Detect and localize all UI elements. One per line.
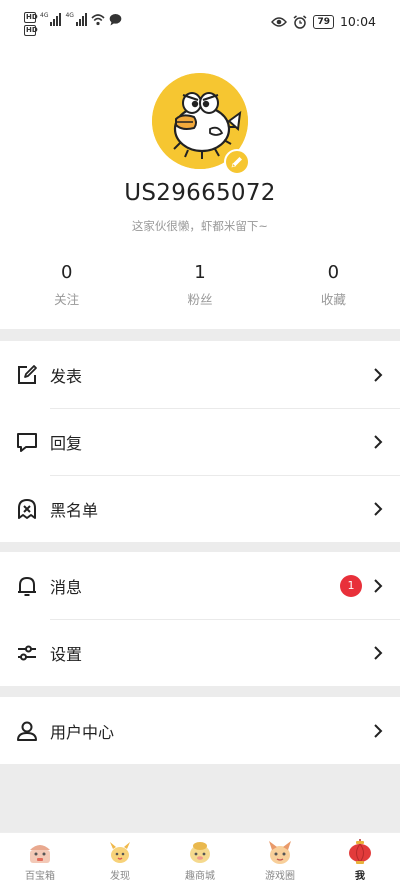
treasure-box-icon (30, 845, 50, 863)
stat-value: 0 (60, 262, 73, 283)
wifi-icon (91, 14, 105, 26)
menu-label: 消息 (50, 577, 83, 597)
chevron-right-icon (374, 578, 383, 593)
chevron-right-icon (374, 367, 383, 382)
chevron-right-icon (374, 645, 383, 660)
eye-icon (271, 16, 288, 27)
edit-avatar-button[interactable] (224, 149, 250, 175)
tab-label: 游戏圈 (265, 871, 295, 882)
menu-item-user-center[interactable]: 用户中心 (0, 697, 400, 764)
chevron-right-icon (374, 723, 383, 738)
menu-group-account: 用户中心 (0, 697, 400, 764)
status-right: 79 10:04 (271, 14, 376, 29)
status-left: HD HD 4G 4G (24, 12, 122, 36)
tab-label: 我 (355, 871, 365, 882)
profile-header: US29665072 这家伙很懒，虾都米留下~ 0 关注 1 粉丝 0 收藏 (0, 48, 400, 329)
user-icon (16, 720, 38, 742)
avatar-container[interactable] (152, 73, 250, 175)
network-type: 4G (40, 12, 49, 19)
clock: 10:04 (339, 14, 376, 29)
network-type: 4G (65, 12, 74, 19)
battery-indicator: 79 (313, 14, 334, 29)
profile-page: HD HD 4G 4G 79 10:04 US29665072 这家伙很懒，虾都… (0, 0, 400, 884)
stat-label: 关注 (54, 292, 80, 307)
stat-value: 1 (194, 262, 206, 283)
tab-label: 趣商城 (185, 871, 215, 882)
pencil-icon (231, 157, 242, 168)
edit-icon (16, 364, 38, 386)
tab-shop[interactable]: 趣商城 (160, 833, 240, 884)
comment-icon (16, 431, 38, 453)
hd-indicators: HD HD (24, 12, 38, 36)
bell-icon (16, 575, 38, 597)
menu-label: 用户中心 (50, 722, 115, 742)
signal-icon: 4G (65, 12, 87, 26)
menu-label: 黑名单 (50, 500, 99, 520)
settings-sliders-icon (16, 642, 38, 664)
chevron-right-icon (374, 434, 383, 449)
user-bio: 这家伙很懒，虾都米留下~ (131, 219, 269, 233)
menu-item-settings[interactable]: 设置 (0, 619, 400, 686)
menu-item-blacklist[interactable]: 黑名单 (0, 475, 400, 542)
unread-badge: 1 (340, 574, 362, 597)
discover-icon (110, 842, 130, 863)
hd-icon: HD (24, 25, 38, 36)
chat-bubble-icon (109, 14, 122, 26)
shop-icon (190, 842, 210, 863)
stat-followers[interactable]: 1 粉丝 (133, 261, 266, 308)
tab-me[interactable]: 我 (320, 833, 400, 884)
tab-discover[interactable]: 发现 (80, 833, 160, 884)
tab-game-circle[interactable]: 游戏圈 (240, 833, 320, 884)
menu-item-post[interactable]: 发表 (0, 341, 400, 408)
chevron-right-icon (374, 501, 383, 516)
signal-icon: 4G (40, 12, 62, 26)
profile-stats: 0 关注 1 粉丝 0 收藏 (0, 261, 400, 308)
tab-treasure-box[interactable]: 百宝箱 (0, 833, 80, 884)
stat-following[interactable]: 0 关注 (0, 261, 133, 308)
menu-item-reply[interactable]: 回复 (0, 408, 400, 475)
blacklist-icon (16, 498, 38, 520)
me-lantern-icon (349, 839, 371, 864)
tab-label: 发现 (110, 871, 130, 882)
menu-label: 设置 (50, 644, 83, 664)
game-circle-icon (269, 841, 291, 864)
tab-label: 百宝箱 (25, 871, 55, 882)
menu-item-messages[interactable]: 消息 1 (0, 552, 400, 619)
bottom-tab-bar: 百宝箱 发现 趣商城 游戏圈 我 (0, 832, 400, 884)
status-bar: HD HD 4G 4G 79 10:04 (0, 0, 400, 48)
alarm-icon (293, 14, 307, 29)
menu-label: 发表 (50, 366, 83, 386)
stat-favorites[interactable]: 0 收藏 (267, 261, 400, 308)
stat-label: 收藏 (320, 292, 346, 307)
menu-label: 回复 (50, 433, 83, 453)
username: US29665072 (124, 180, 276, 206)
menu-group-posts: 发表 回复 黑名单 (0, 341, 400, 542)
stat-value: 0 (327, 262, 340, 283)
stat-label: 粉丝 (187, 292, 213, 307)
menu-group-system: 消息 1 设置 (0, 552, 400, 686)
hd-icon: HD (24, 12, 38, 23)
